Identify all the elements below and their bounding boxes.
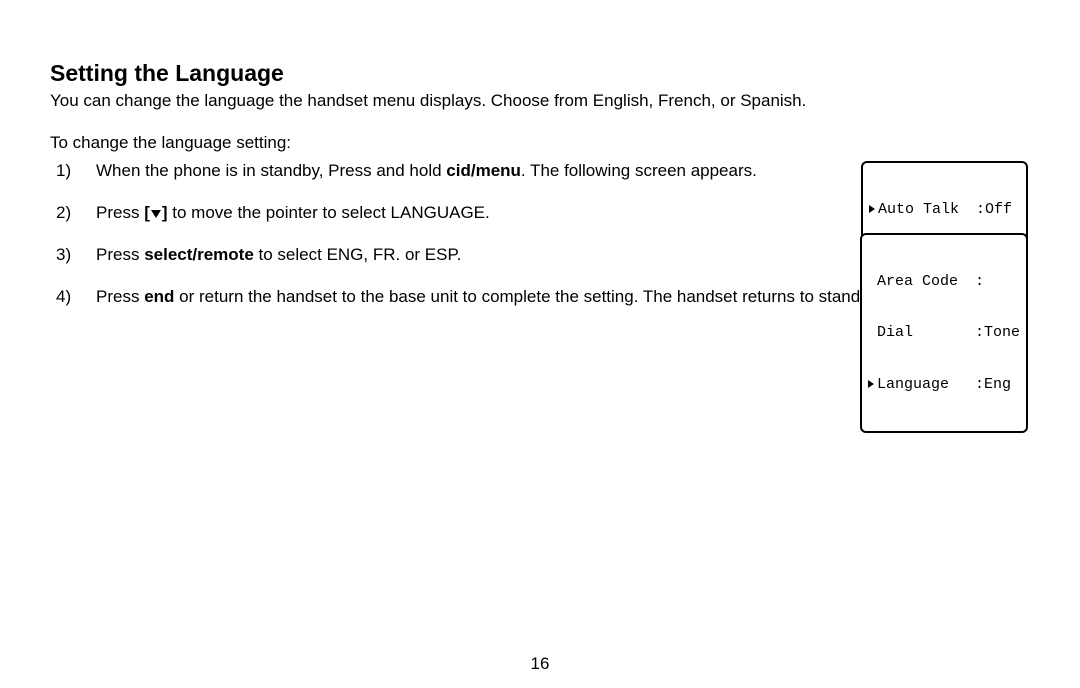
step-number: 1): [50, 161, 80, 181]
down-arrow-icon: [151, 210, 161, 218]
pointer-icon: [869, 205, 875, 213]
steps-container: 1) When the phone is in standby, Press a…: [50, 161, 1030, 307]
lcd-screen-2: Area Code: Dial:Tone Language:Eng: [860, 233, 1028, 433]
lcd-row: Language:Eng: [868, 376, 1020, 393]
pointer-icon: [868, 380, 874, 388]
section-title: Setting the Language: [50, 60, 1030, 87]
lcd-row: Area Code:: [868, 273, 1020, 290]
step-number: 2): [50, 203, 80, 223]
intro-text: You can change the language the handset …: [50, 91, 1030, 111]
page-number: 16: [0, 654, 1080, 674]
lcd-row: Auto Talk:Off: [869, 201, 1020, 218]
step-number: 4): [50, 287, 80, 307]
step-number: 3): [50, 245, 80, 265]
lead-text: To change the language setting:: [50, 133, 1030, 153]
lcd-row: Dial:Tone: [868, 324, 1020, 341]
